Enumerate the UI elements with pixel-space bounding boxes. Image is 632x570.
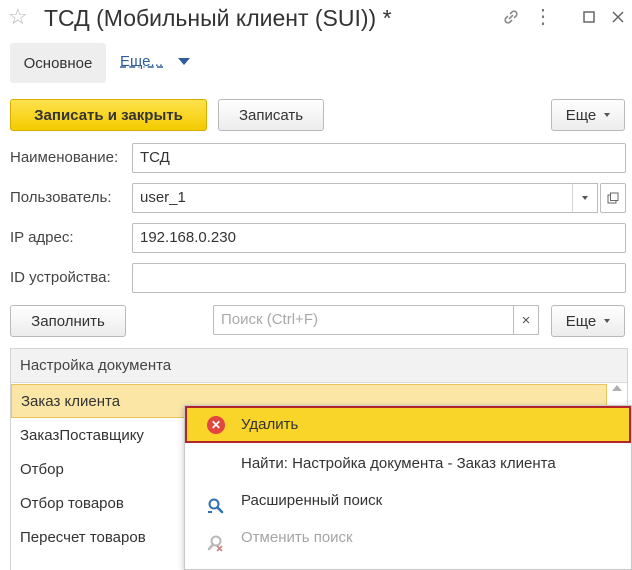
link-icon[interactable] [500, 6, 522, 28]
advanced-search-icon [207, 492, 225, 514]
name-field[interactable]: ТСД [132, 143, 626, 173]
menu-item-label: Удалить [241, 416, 299, 433]
maximize-icon[interactable] [578, 6, 600, 28]
device-id-label: ID устройства: [10, 269, 111, 286]
save-and-close-button[interactable]: Записать и закрыть [10, 99, 207, 131]
menu-item-label: Расширенный поиск [241, 492, 383, 509]
ip-label: IP адрес: [10, 229, 74, 246]
user-open-button[interactable] [600, 183, 626, 213]
menu-item-advanced-search[interactable]: Расширенный поиск [185, 482, 631, 519]
device-id-field[interactable] [132, 263, 626, 293]
table-header[interactable]: Настройка документа [11, 349, 627, 383]
search-input[interactable]: Поиск (Ctrl+F) [213, 305, 515, 335]
user-dropdown-button[interactable] [572, 183, 598, 213]
fill-button[interactable]: Заполнить [10, 305, 126, 337]
clear-search-icon[interactable]: × [513, 305, 539, 335]
user-label: Пользователь: [10, 189, 112, 206]
menu-item-find[interactable]: Найти: Настройка документа - Заказ клиен… [185, 445, 631, 482]
open-window-icon [607, 192, 619, 204]
menu-item-label: Найти: Настройка документа - Заказ клиен… [241, 455, 556, 472]
name-label: Наименование: [10, 149, 119, 166]
delete-icon: ✕ [207, 416, 225, 434]
dropdown-arrow-icon [604, 319, 611, 323]
menu-item-delete[interactable]: ✕ Удалить [185, 406, 631, 443]
star-icon[interactable]: ☆ [8, 4, 28, 30]
menu-item-cancel-search[interactable]: Отменить поиск [185, 519, 631, 556]
more-icon[interactable]: ⋮ [532, 6, 554, 28]
table-more-label: Еще [565, 312, 597, 330]
menu-item-label: Отменить поиск [241, 529, 353, 546]
context-menu: ✕ Удалить Найти: Настройка документа - З… [184, 405, 632, 570]
scroll-up-icon[interactable] [612, 385, 622, 391]
dropdown-arrow-icon [604, 113, 611, 117]
table-more-button[interactable]: Еще [551, 305, 625, 337]
user-field[interactable]: user_1 [132, 183, 574, 213]
chevron-down-icon[interactable] [178, 58, 190, 65]
title-bar: ☆ ТСД (Мобильный клиент (SUI)) * ⋮ [0, 0, 632, 36]
cancel-search-icon [207, 529, 225, 552]
ip-field[interactable]: 192.168.0.230 [132, 223, 626, 253]
save-button[interactable]: Записать [218, 99, 324, 131]
nav-more-link[interactable]: Еще... [120, 53, 163, 70]
window-title: ТСД (Мобильный клиент (SUI)) * [44, 5, 392, 31]
more-actions-button[interactable]: Еще [551, 99, 625, 131]
chevron-down-icon [582, 196, 588, 200]
close-icon[interactable] [607, 6, 629, 28]
more-actions-label: Еще [565, 106, 597, 124]
tab-main[interactable]: Основное [10, 43, 106, 83]
